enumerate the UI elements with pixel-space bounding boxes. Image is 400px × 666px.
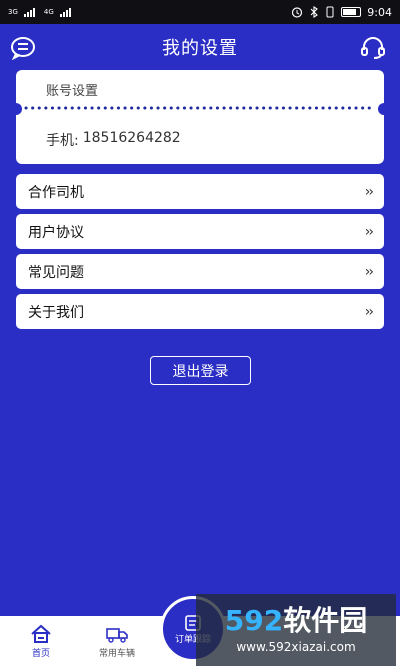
watermark-number: 592 — [224, 604, 284, 637]
card-notch-left — [10, 103, 22, 115]
menu-item-partner-drivers[interactable]: 合作司机 ›› — [16, 174, 384, 209]
dotted-divider — [24, 106, 376, 110]
menu-item-label: 合作司机 — [28, 184, 84, 201]
network-3g: 3G — [8, 8, 18, 16]
status-time: 9:04 — [367, 5, 392, 19]
signal-icon — [23, 8, 35, 17]
status-right: 9:04 — [291, 6, 392, 19]
status-bar: 3G 4G 9:04 — [0, 0, 400, 24]
phone-label: 手机: — [46, 133, 79, 149]
menu-item-label: 关于我们 — [28, 304, 84, 321]
watermark-url: www.592xiazai.com — [236, 640, 356, 654]
nav-home[interactable]: 首页 — [6, 616, 76, 666]
vibrate-icon — [326, 6, 334, 18]
signal-indicators: 3G 4G — [8, 7, 74, 17]
menu-item-about-us[interactable]: 关于我们 ›› — [16, 294, 384, 329]
chevron-right-icon: ›› — [364, 183, 374, 200]
network-4g: 4G — [43, 8, 54, 16]
truck-icon — [106, 627, 128, 643]
chevron-right-icon: ›› — [364, 303, 374, 320]
chevron-right-icon: ›› — [364, 223, 374, 240]
watermark-logo: 592软件园 — [225, 606, 367, 636]
nav-vehicles-label: 常用车辆 — [98, 648, 135, 659]
account-settings-title: 账号设置 — [46, 84, 99, 99]
battery-icon — [341, 7, 362, 17]
phone-row: 手机: 18516264282 — [46, 130, 181, 150]
signal-icon — [59, 8, 71, 17]
card-notch-right — [378, 103, 390, 115]
logout-button[interactable]: 退出登录 — [150, 356, 251, 385]
site-watermark: 592软件园 www.592xiazai.com — [196, 594, 396, 666]
alarm-icon — [292, 7, 303, 18]
menu-item-label: 用户协议 — [28, 224, 84, 241]
account-settings-card[interactable]: 账号设置 手机: 18516264282 — [10, 70, 390, 164]
app-header: 我的设置 — [0, 24, 400, 70]
chat-icon[interactable] — [10, 36, 36, 60]
chevron-right-icon: ›› — [364, 263, 374, 280]
page-title: 我的设置 — [162, 38, 238, 59]
headset-icon[interactable] — [360, 36, 386, 60]
bluetooth-icon — [310, 6, 319, 18]
nav-vehicles[interactable]: 常用车辆 — [82, 616, 152, 666]
menu-item-user-agreement[interactable]: 用户协议 ›› — [16, 214, 384, 249]
watermark-text: 软件园 — [283, 604, 368, 637]
nav-home-label: 首页 — [31, 648, 50, 659]
menu-item-label: 常见问题 — [28, 264, 84, 281]
phone-value: 18516264282 — [82, 130, 181, 146]
menu-item-faq[interactable]: 常见问题 ›› — [16, 254, 384, 289]
home-icon — [31, 624, 51, 643]
